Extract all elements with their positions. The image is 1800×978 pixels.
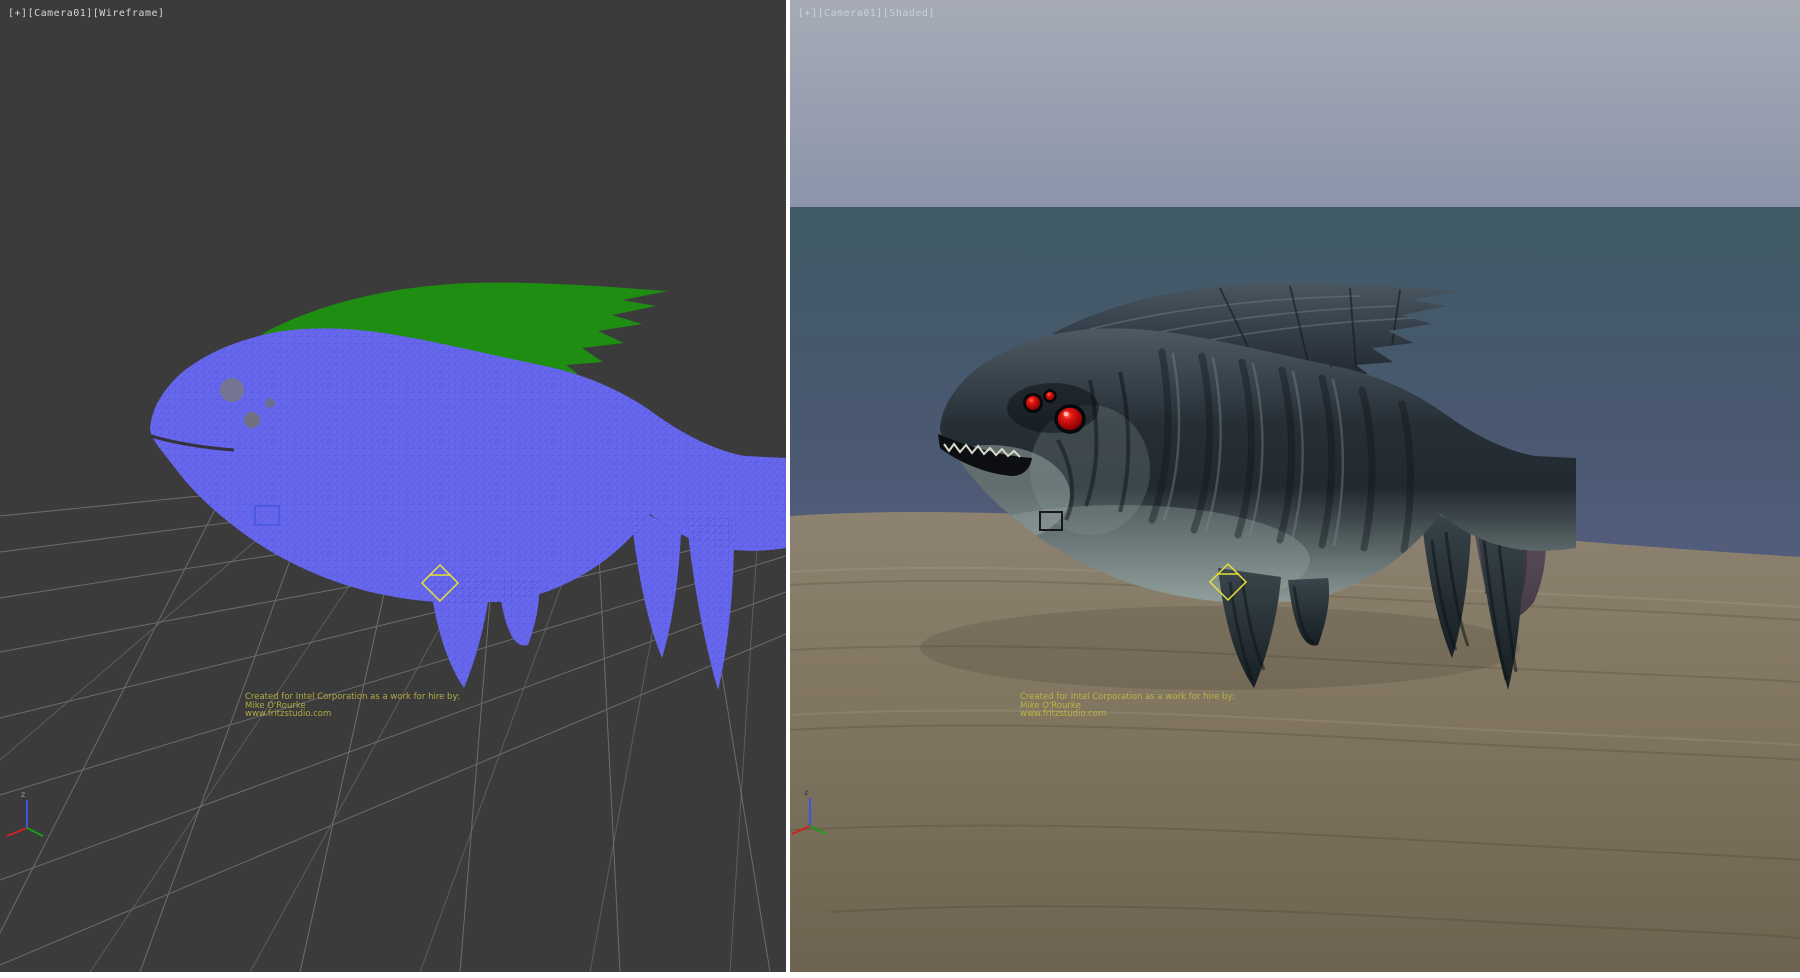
- viewport-menu-camera[interactable]: [Camera01]: [28, 8, 93, 19]
- axis-z-label: z: [804, 788, 808, 797]
- wireframe-mesh-overlay: [150, 328, 786, 690]
- viewport-menu-shading[interactable]: [Shaded]: [883, 8, 935, 19]
- viewport-wireframe[interactable]: [+][Camera01][Wireframe]: [0, 0, 786, 972]
- viewport-label-left: [+][Camera01][Wireframe]: [8, 8, 165, 19]
- viewport-shaded[interactable]: [+][Camera01][Shaded]: [790, 0, 1800, 972]
- viewport-menu-general[interactable]: [+]: [798, 8, 818, 19]
- axis-z-label: z: [21, 790, 25, 799]
- viewport-label-right: [+][Camera01][Shaded]: [798, 8, 935, 19]
- viewport-divider-background: [+][Camera01][Wireframe]: [0, 0, 1800, 978]
- wireframe-scene-canvas[interactable]: z: [0, 0, 786, 972]
- watermark-line-3: www.fritzstudio.com: [245, 710, 460, 719]
- viewport-menu-camera[interactable]: [Camera01]: [818, 8, 883, 19]
- viewport-menu-shading[interactable]: [Wireframe]: [93, 8, 165, 19]
- viewport-menu-general[interactable]: [+]: [8, 8, 28, 19]
- watermark-line-3: www.fritzstudio.com: [1020, 710, 1235, 719]
- axis-tripod: z: [7, 790, 43, 836]
- fish-shadow: [920, 606, 1520, 690]
- shaded-scene-canvas[interactable]: z: [790, 0, 1800, 972]
- scene-watermark: Created for Intel Corporation as a work …: [245, 693, 460, 719]
- fish-model-wireframe[interactable]: [150, 283, 786, 690]
- scene-watermark: Created for Intel Corporation as a work …: [1020, 693, 1235, 719]
